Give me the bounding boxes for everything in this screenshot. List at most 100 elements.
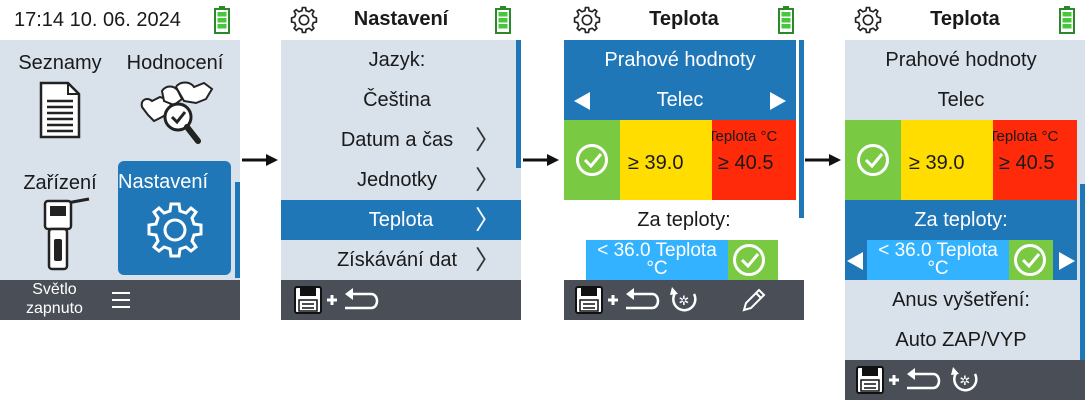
screen-settings: Nastavení Jazyk: Čeština Datum a čas 〉 Je… bbox=[281, 0, 521, 320]
below-value-line2: °C bbox=[646, 258, 668, 279]
check-circle-icon bbox=[733, 244, 765, 276]
threshold-heading: Prahové hodnoty bbox=[845, 40, 1077, 80]
arrow-left-icon[interactable] bbox=[847, 252, 863, 270]
page-title: Teplota bbox=[930, 8, 1000, 30]
gear-icon bbox=[147, 202, 203, 258]
battery-icon bbox=[778, 6, 794, 34]
animal-selector[interactable]: Telec bbox=[564, 80, 796, 120]
tile-settings[interactable]: Nastavení bbox=[118, 161, 231, 275]
settings-item-language-value[interactable]: Čeština bbox=[281, 80, 513, 120]
anus-value-text: Auto ZAP/VYP bbox=[895, 329, 1027, 351]
animal-value-row: Telec bbox=[845, 80, 1077, 120]
scrollbar[interactable] bbox=[516, 40, 521, 168]
threshold-alarm-label: Teplota °C bbox=[712, 128, 778, 145]
settings-list: Jazyk: Čeština Datum a čas 〉 Jednotky 〉 Te… bbox=[281, 40, 521, 280]
flow-arrow-icon bbox=[523, 154, 559, 166]
below-heading-text: Za teploty: bbox=[914, 209, 1008, 231]
below-temperature-value[interactable]: < 36.0 Teplota °C bbox=[586, 240, 728, 280]
footer-bar: ✲ bbox=[845, 360, 1085, 400]
footer-bar: Světlo zapnuto bbox=[0, 280, 240, 320]
tile-device[interactable]: Zařízení bbox=[8, 168, 112, 278]
temperature-body: Prahové hodnoty Telec ≥ 39.0 Teplota °C … bbox=[845, 40, 1085, 360]
settings-gear-icon bbox=[573, 6, 601, 34]
pencil-icon[interactable] bbox=[740, 286, 768, 314]
light-status-line2: zapnuto bbox=[26, 300, 83, 317]
temperature-body: Prahové hodnoty Telec ≥ 39.0 Teplota °C … bbox=[564, 40, 804, 280]
settings-gear-icon bbox=[290, 6, 318, 34]
temperature-header: Teplota bbox=[564, 0, 804, 40]
clock: 17:14 10. 06. 2024 bbox=[14, 9, 181, 31]
battery-icon bbox=[214, 6, 230, 34]
reset-icon[interactable]: ✲ bbox=[949, 364, 981, 396]
svg-text:✲: ✲ bbox=[960, 374, 971, 389]
item-label: Jednotky bbox=[356, 169, 438, 191]
footer-bar bbox=[281, 280, 521, 320]
threshold-heading: Prahové hodnoty bbox=[564, 40, 796, 80]
below-temperature-heading: Za teploty: bbox=[564, 200, 804, 240]
cattle-magnifier-icon bbox=[140, 81, 214, 144]
chevron-right-icon: 〉 bbox=[474, 205, 501, 235]
reset-icon[interactable]: ✲ bbox=[668, 284, 700, 316]
flow-arrow-icon bbox=[805, 154, 841, 166]
threshold-warning-value: ≥ 39.0 bbox=[909, 152, 965, 174]
save-back-icon[interactable] bbox=[293, 284, 383, 316]
item-label: Získávání dat bbox=[336, 249, 458, 271]
settings-item-language-label: Jazyk: bbox=[281, 40, 513, 80]
arrow-right-icon[interactable] bbox=[770, 92, 786, 110]
item-label: Čeština bbox=[363, 89, 431, 111]
tile-evaluation[interactable]: Hodnocení bbox=[118, 50, 232, 160]
settings-header: Nastavení bbox=[281, 0, 521, 40]
settings-item-temperature[interactable]: Teplota 〉 bbox=[281, 200, 521, 240]
below-value-line2: °C bbox=[927, 258, 949, 279]
settings-item-data-acquisition[interactable]: Získávání dat 〉 bbox=[281, 240, 513, 280]
scrollbar[interactable] bbox=[799, 40, 804, 218]
page-title: Nastavení bbox=[353, 8, 449, 30]
threshold-alarm[interactable]: Teplota °C ≥ 40.5 bbox=[712, 120, 796, 200]
save-back-icon[interactable] bbox=[855, 364, 945, 396]
threshold-heading-text: Prahové hodnoty bbox=[604, 49, 756, 71]
flow-arrow-icon bbox=[242, 154, 278, 166]
item-label: Teplota bbox=[368, 209, 434, 231]
threshold-warning-value: ≥ 39.0 bbox=[628, 152, 684, 174]
threshold-warning[interactable]: ≥ 39.0 bbox=[620, 120, 712, 200]
threshold-heading-text: Prahové hodnoty bbox=[885, 49, 1037, 71]
item-label: Datum a čas bbox=[340, 129, 454, 151]
scrollbar[interactable] bbox=[235, 182, 240, 278]
settings-item-units[interactable]: Jednotky 〉 bbox=[281, 160, 513, 200]
light-status[interactable]: Světlo zapnuto bbox=[26, 280, 83, 318]
handheld-device-icon bbox=[43, 197, 90, 271]
save-back-icon[interactable] bbox=[574, 284, 664, 316]
threshold-normal bbox=[845, 120, 901, 200]
threshold-normal bbox=[564, 120, 620, 200]
battery-icon bbox=[1059, 6, 1075, 34]
page-title: Teplota bbox=[649, 8, 719, 30]
threshold-band: ≥ 39.0 Teplota °C ≥ 40.5 bbox=[564, 120, 796, 200]
below-temperature-status bbox=[728, 240, 778, 280]
light-status-line1: Světlo bbox=[32, 281, 77, 298]
anus-exam-label: Anus vyšetření: bbox=[845, 280, 1077, 320]
threshold-alarm-value: ≥ 40.5 bbox=[718, 152, 774, 174]
tile-settings-label: Nastavení bbox=[118, 171, 209, 193]
below-temperature-heading: Za teploty: bbox=[845, 200, 1077, 240]
menu-icon[interactable] bbox=[110, 290, 132, 310]
tile-lists[interactable]: Seznamy bbox=[8, 50, 112, 160]
anus-exam-value[interactable]: Auto ZAP/VYP bbox=[845, 320, 1077, 360]
tile-evaluation-label: Hodnocení bbox=[126, 52, 224, 74]
check-circle-icon bbox=[576, 144, 608, 176]
document-icon bbox=[39, 81, 81, 139]
chevron-right-icon: 〉 bbox=[474, 165, 501, 195]
chevron-right-icon: 〉 bbox=[474, 245, 501, 275]
scrollbar[interactable] bbox=[1080, 184, 1085, 360]
arrow-left-icon[interactable] bbox=[574, 92, 590, 110]
item-label: Jazyk: bbox=[368, 49, 426, 71]
tile-lists-label: Seznamy bbox=[18, 52, 102, 74]
settings-gear-icon bbox=[854, 6, 882, 34]
anus-label-text: Anus vyšetření: bbox=[892, 289, 1030, 311]
settings-item-date-time[interactable]: Datum a čas 〉 bbox=[281, 120, 513, 160]
animal-value: Telec bbox=[937, 89, 985, 111]
below-temperature-value[interactable]: < 36.0 Teplota °C bbox=[867, 240, 1009, 280]
status-bar: 17:14 10. 06. 2024 bbox=[0, 0, 240, 40]
arrow-right-icon[interactable] bbox=[1059, 252, 1075, 270]
check-circle-icon bbox=[857, 144, 889, 176]
tile-device-label: Zařízení bbox=[23, 172, 97, 194]
